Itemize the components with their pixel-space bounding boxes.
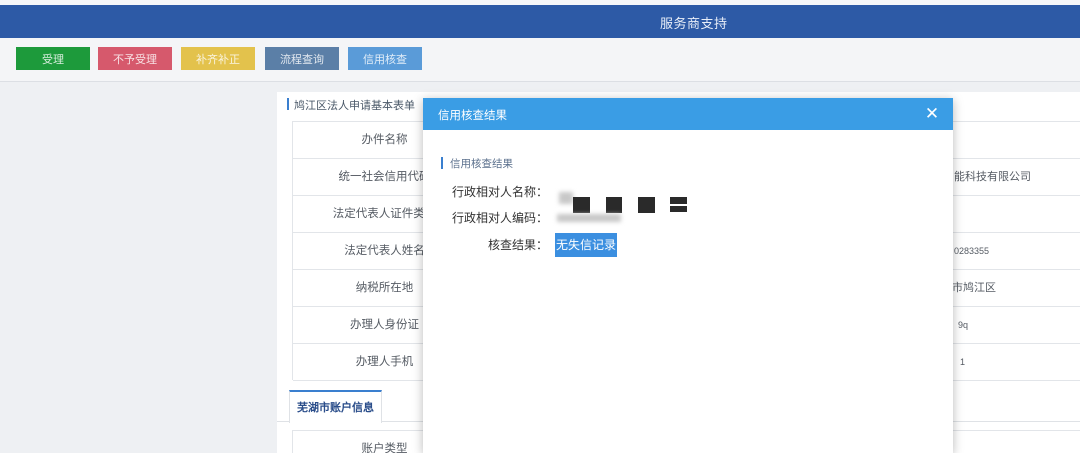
redaction-block bbox=[670, 197, 687, 212]
tab-account-info[interactable]: 芜湖市账户信息 bbox=[289, 390, 382, 423]
credit-check-dialog: 信用核查结果 ✕ 信用核查结果 行政相对人名称： 行政相对人编码： 核查结果： … bbox=[423, 98, 953, 453]
supplement-button[interactable]: 补齐补正 bbox=[181, 47, 255, 70]
redaction-block bbox=[606, 197, 622, 213]
subject-name-label: 行政相对人名称： bbox=[451, 185, 548, 199]
redacted-blur bbox=[559, 192, 573, 204]
credit-check-button[interactable]: 信用核查 bbox=[348, 47, 422, 70]
page-title: 服务商支持 bbox=[660, 16, 728, 31]
dialog-header: 信用核查结果 ✕ bbox=[423, 98, 953, 130]
row-value: 市鸠江区 bbox=[952, 282, 996, 294]
app-header: 服务商支持 bbox=[0, 5, 1080, 38]
dialog-title: 信用核查结果 bbox=[438, 110, 507, 122]
form-title: 鸠江区法人申请基本表单 bbox=[294, 100, 415, 112]
result-label: 核查结果： bbox=[487, 238, 548, 252]
section-marker bbox=[287, 98, 289, 110]
redaction-line bbox=[670, 204, 687, 206]
process-query-button[interactable]: 流程查询 bbox=[265, 47, 339, 70]
redaction-block bbox=[573, 197, 590, 213]
section-title: 信用核查结果 bbox=[450, 158, 513, 170]
check-result-value: 无失信记录 bbox=[555, 233, 618, 257]
redacted-code-blur bbox=[557, 214, 621, 222]
subject-code-label: 行政相对人编码： bbox=[451, 211, 548, 225]
row-value: 1 bbox=[960, 357, 966, 367]
row-value: 0283355 bbox=[954, 246, 990, 256]
accept-button[interactable]: 受理 bbox=[16, 47, 90, 70]
section-marker bbox=[441, 157, 443, 169]
action-toolbar: 受理 不予受理 补齐补正 流程查询 信用核查 bbox=[0, 38, 1080, 82]
close-icon[interactable]: ✕ bbox=[923, 104, 941, 124]
reject-button[interactable]: 不予受理 bbox=[98, 47, 172, 70]
row-value: 能科技有限公司 bbox=[954, 171, 1031, 183]
page: 服务商支持 受理 不予受理 补齐补正 流程查询 信用核查 鸠江区法人申请基本表单… bbox=[0, 0, 1080, 453]
redaction-block bbox=[638, 197, 655, 213]
row-value: 9q bbox=[958, 320, 969, 330]
